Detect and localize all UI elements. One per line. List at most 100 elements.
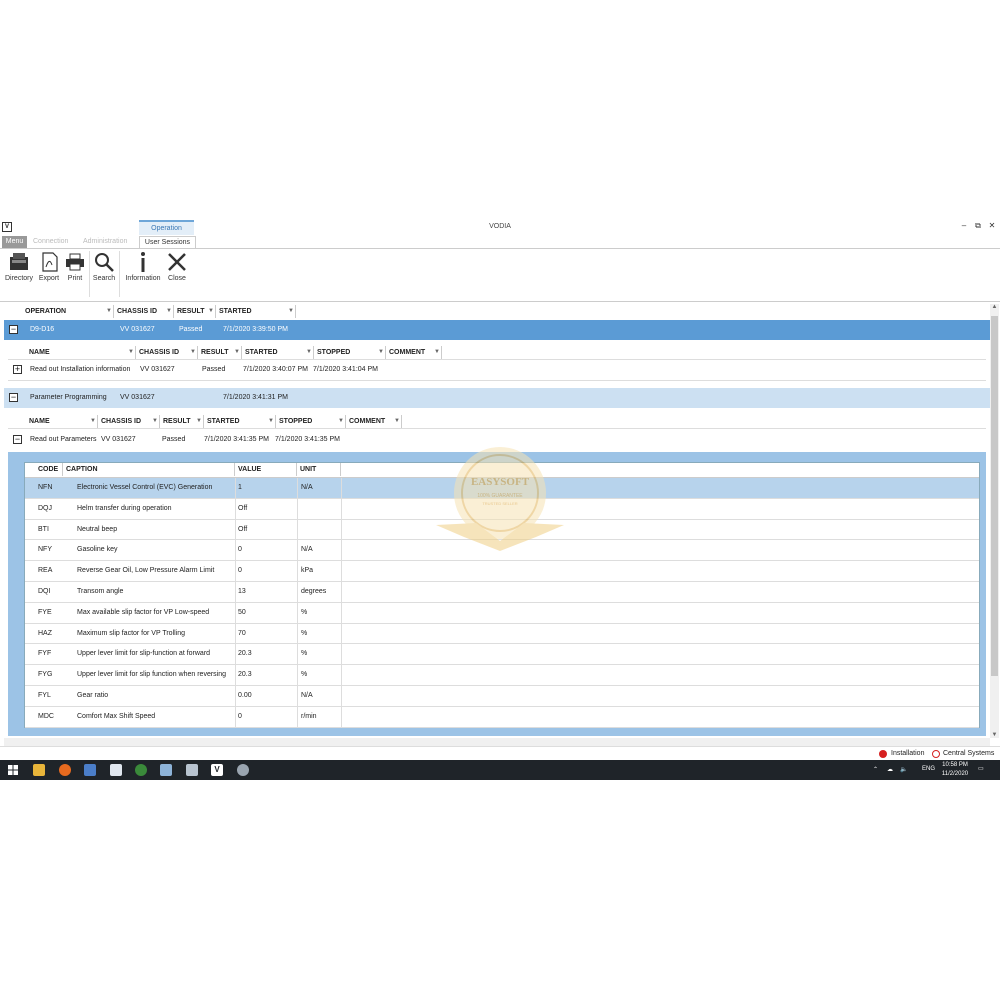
print-button[interactable]: Print <box>63 251 87 282</box>
table-row[interactable]: − Read out Parameters VV 031627 Passed 7… <box>8 430 986 450</box>
table-row[interactable]: DQJ Helm transfer during operation Off <box>25 498 979 520</box>
col-header-result[interactable]: RESULT ▼ <box>198 346 242 359</box>
col-header-chassis-id[interactable]: CHASSIS ID ▼ <box>98 415 160 428</box>
filter-icon[interactable]: ▼ <box>434 346 440 359</box>
filter-icon[interactable]: ▼ <box>268 415 274 428</box>
table-row[interactable]: NFN Electronic Vessel Control (EVC) Gener… <box>25 478 979 499</box>
tab-administration[interactable]: Administration <box>83 236 127 248</box>
document-icon[interactable] <box>110 764 122 776</box>
col-header-stopped[interactable]: STOPPED ▼ <box>314 346 386 359</box>
filter-icon[interactable]: ▼ <box>90 415 96 428</box>
notifications-icon[interactable]: ▭ <box>978 765 984 772</box>
app-icon[interactable] <box>237 764 249 776</box>
filter-icon[interactable]: ▼ <box>234 346 240 359</box>
col-header-comment[interactable]: COMMENT ▼ <box>346 415 402 428</box>
clock-date[interactable]: 11/2/2020 <box>938 771 972 777</box>
table-row[interactable]: DQI Transom angle 13 degrees <box>25 582 979 603</box>
central-systems-status-label[interactable]: Central Systems <box>943 747 994 761</box>
filter-icon[interactable]: ▼ <box>196 415 202 428</box>
search-button[interactable]: Search <box>91 251 117 282</box>
file-explorer-icon[interactable] <box>33 764 45 776</box>
export-button[interactable]: Export <box>36 251 62 282</box>
browser-icon[interactable] <box>135 764 147 776</box>
col-header-chassis-id[interactable]: CHASSIS ID ▼ <box>136 346 198 359</box>
param-unit: % <box>301 671 308 679</box>
filter-icon[interactable]: ▼ <box>394 415 400 428</box>
param-unit: degrees <box>301 588 327 595</box>
collapse-icon[interactable]: − <box>9 325 18 334</box>
tab-connection[interactable]: Connection <box>33 236 68 248</box>
filter-icon[interactable]: ▼ <box>166 305 172 318</box>
col-header-started[interactable]: STARTED ▼ <box>216 305 296 318</box>
param-caption: Neutral beep <box>77 525 118 533</box>
close-window-button[interactable]: ✕ <box>986 221 998 230</box>
col-header-operation[interactable]: OPERATION ▼ <box>22 305 114 318</box>
vertical-scrollbar[interactable]: ▲ ▼ <box>990 304 999 738</box>
table-row-operation[interactable]: − D9-D16 VV 031627 Passed 7/1/2020 3:39:… <box>4 320 990 340</box>
scroll-down-icon[interactable]: ▼ <box>990 732 999 738</box>
app-icon[interactable] <box>160 764 172 776</box>
col-header-chassis-id[interactable]: CHASSIS ID ▼ <box>114 305 174 318</box>
horizontal-scrollbar[interactable] <box>4 738 990 746</box>
table-row[interactable]: NFY Gasoline key 0 N/A <box>25 540 979 562</box>
col-header-unit[interactable]: UNIT <box>297 463 341 476</box>
filter-icon[interactable]: ▼ <box>106 305 112 318</box>
vodia-taskbar-icon[interactable]: V <box>211 764 223 776</box>
filter-icon[interactable]: ▼ <box>208 305 214 318</box>
filter-icon[interactable]: ▼ <box>288 305 294 318</box>
app-icon[interactable] <box>84 764 96 776</box>
volume-icon[interactable]: 🔈 <box>900 766 907 773</box>
col-header-caption[interactable]: CAPTION <box>63 463 235 476</box>
restore-button[interactable]: ⧉ <box>972 221 984 231</box>
filter-icon[interactable]: ▼ <box>152 415 158 428</box>
table-row[interactable]: FYE Max available slip factor for VP Low-… <box>25 602 979 624</box>
col-header-result[interactable]: RESULT ▼ <box>160 415 204 428</box>
language-indicator[interactable]: ENG <box>922 766 935 772</box>
col-header-code[interactable]: CODE <box>35 463 63 476</box>
directory-button[interactable]: Directory <box>3 251 35 282</box>
table-row[interactable]: FYF Upper lever limit for slip-function a… <box>25 644 979 666</box>
table-row-parameter-programming[interactable]: − Parameter Programming VV 031627 7/1/20… <box>4 388 990 408</box>
filter-icon[interactable]: ▼ <box>306 346 312 359</box>
information-button[interactable]: Information <box>122 251 164 282</box>
filter-icon[interactable]: ▼ <box>128 346 134 359</box>
table-row[interactable]: FYL Gear ratio 0.00 N/A <box>25 686 979 707</box>
installation-status-label[interactable]: Installation <box>891 747 924 761</box>
col-header-result[interactable]: RESULT ▼ <box>174 305 216 318</box>
collapse-icon[interactable]: − <box>13 435 22 444</box>
filter-icon[interactable]: ▼ <box>378 346 384 359</box>
table-row[interactable]: BTI Neutral beep Off <box>25 519 979 541</box>
close-button[interactable]: Close <box>165 251 189 282</box>
col-header-started[interactable]: STARTED ▼ <box>242 346 314 359</box>
expand-icon[interactable]: + <box>13 365 22 374</box>
col-header-comment[interactable]: COMMENT ▼ <box>386 346 442 359</box>
directory-icon <box>10 253 28 270</box>
col-header-name[interactable]: NAME ▼ <box>26 415 98 428</box>
scroll-up-icon[interactable]: ▲ <box>990 304 999 310</box>
minimize-button[interactable]: – <box>958 221 970 230</box>
col-header-stopped[interactable]: STOPPED ▼ <box>276 415 346 428</box>
collapse-icon[interactable]: − <box>9 393 18 402</box>
group-name: Parameter Programming <box>30 394 107 401</box>
windows-start-icon[interactable] <box>8 765 18 775</box>
clock-time[interactable]: 10:58 PM <box>938 762 972 768</box>
scroll-thumb[interactable] <box>991 316 998 676</box>
tray-chevron-icon[interactable]: ⌃ <box>873 766 878 773</box>
firefox-icon[interactable] <box>59 764 71 776</box>
tab-menu[interactable]: Menu <box>2 236 27 248</box>
close-icon <box>168 253 186 271</box>
table-row[interactable]: HAZ Maximum slip factor for VP Trolling 70… <box>25 623 979 645</box>
table-row[interactable]: REA Reverse Gear Oil, Low Pressure Alarm … <box>25 561 979 582</box>
step-stopped: 7/1/2020 3:41:04 PM <box>313 366 378 373</box>
table-row[interactable]: MDC Comfort Max Shift Speed 0 r/min <box>25 706 979 728</box>
network-icon[interactable]: ☁ <box>887 766 893 773</box>
app-icon[interactable] <box>186 764 198 776</box>
col-header-started[interactable]: STARTED ▼ <box>204 415 276 428</box>
table-row[interactable]: + Read out Installation information VV 0… <box>8 360 986 381</box>
filter-icon[interactable]: ▼ <box>338 415 344 428</box>
param-value: 0.00 <box>238 692 252 699</box>
col-header-value[interactable]: VALUE <box>235 463 297 476</box>
filter-icon[interactable]: ▼ <box>190 346 196 359</box>
col-header-name[interactable]: NAME ▼ <box>26 346 136 359</box>
table-row[interactable]: FYG Upper lever limit for slip function w… <box>25 665 979 686</box>
